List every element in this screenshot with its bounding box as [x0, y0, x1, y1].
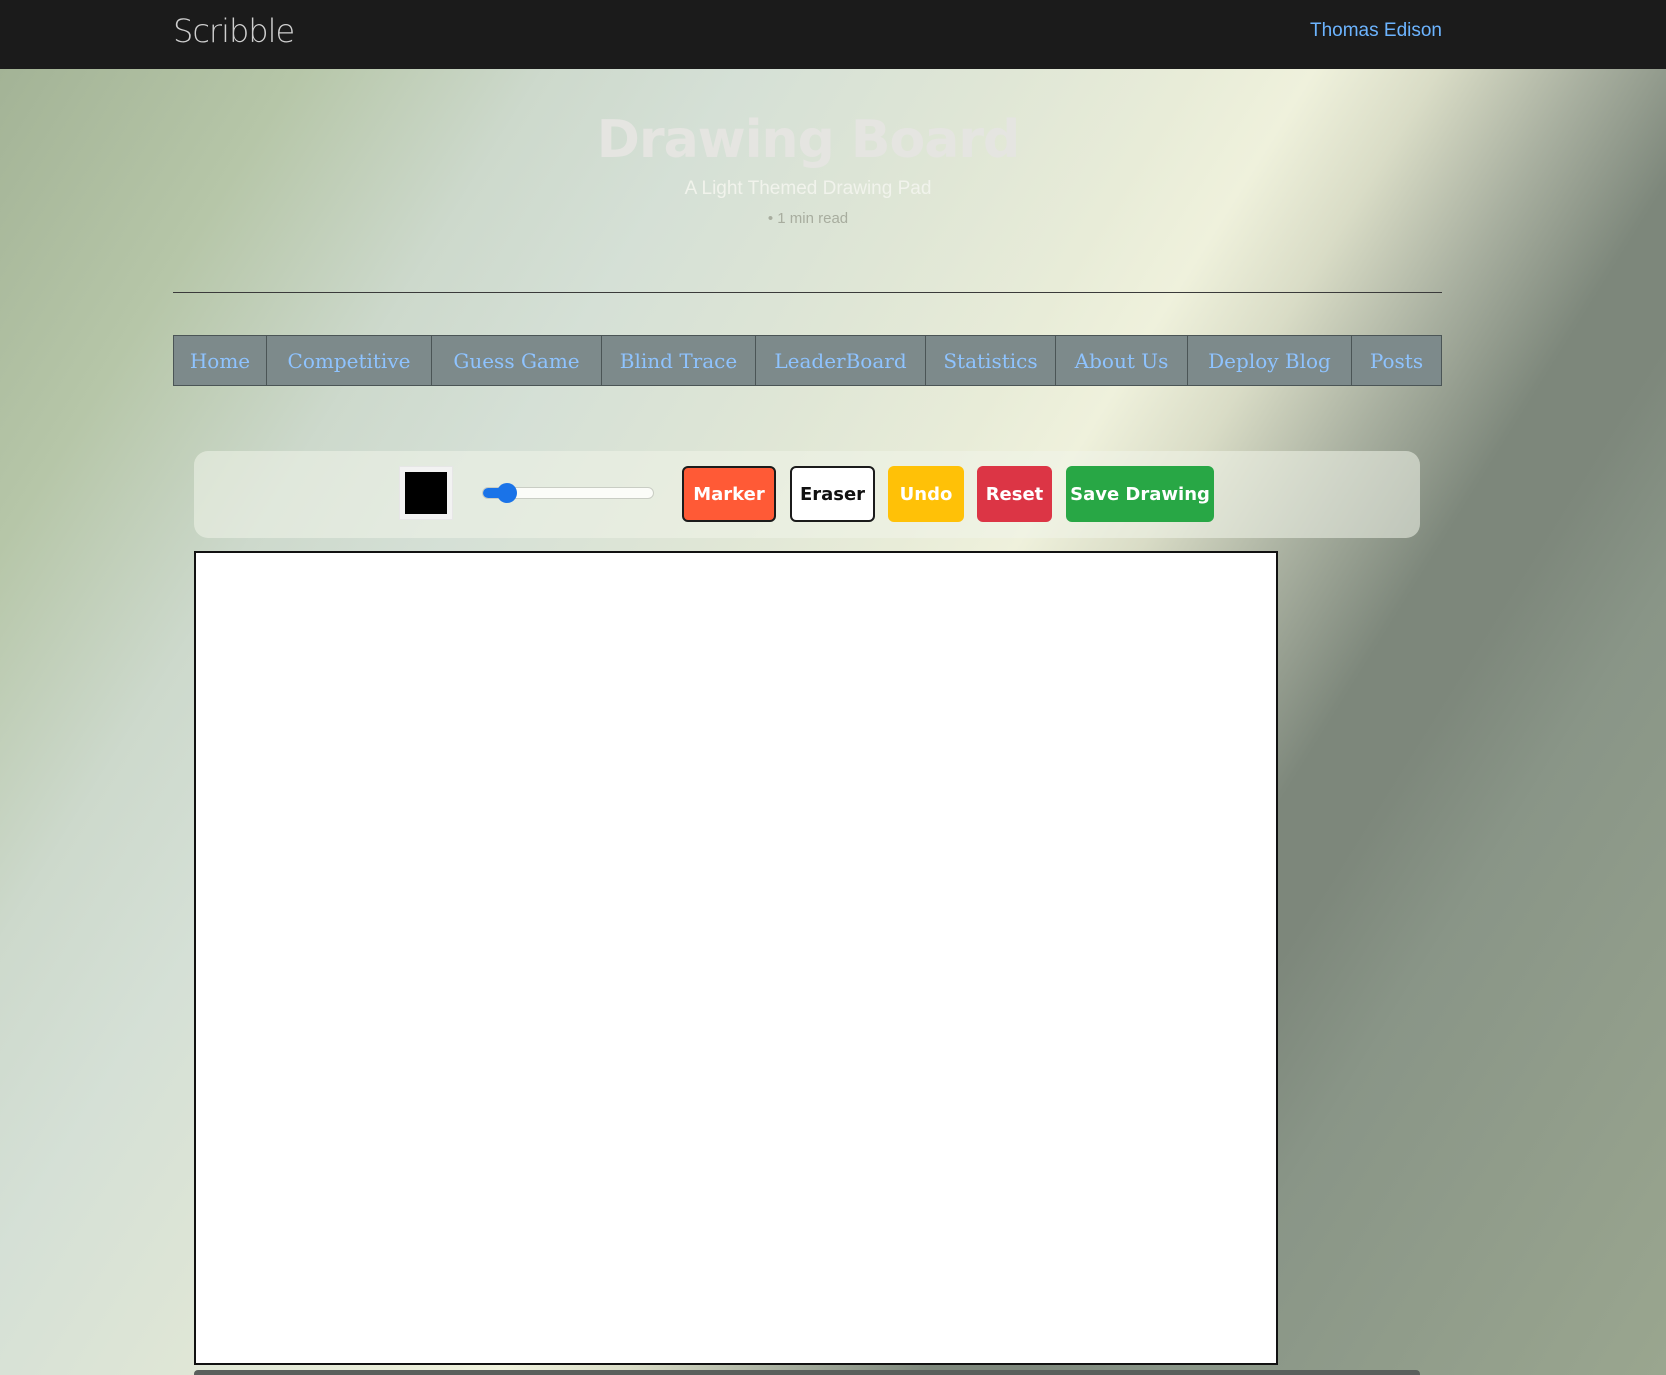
color-picker-fill [405, 472, 447, 514]
slider-thumb[interactable] [497, 483, 517, 503]
user-profile-link[interactable]: Thomas Edison [1310, 20, 1442, 42]
nav-item-blind-trace[interactable]: Blind Trace [602, 336, 756, 385]
brand-logo[interactable]: Scribble [173, 12, 295, 50]
nav-item-posts[interactable]: Posts [1352, 336, 1441, 385]
undo-button[interactable]: Undo [888, 466, 964, 522]
save-drawing-button[interactable]: Save Drawing [1066, 466, 1214, 522]
marker-button[interactable]: Marker [682, 466, 776, 522]
post-header: Drawing Board A Light Themed Drawing Pad… [0, 110, 1616, 227]
nav-item-guess-game[interactable]: Guess Game [432, 336, 602, 385]
nav-item-home[interactable]: Home [174, 336, 267, 385]
reset-button[interactable]: Reset [977, 466, 1052, 522]
drawing-toolbar: Marker Eraser Undo Reset Save Drawing [194, 451, 1420, 538]
nav-item-deploy-blog[interactable]: Deploy Blog [1188, 336, 1352, 385]
drawing-canvas[interactable] [194, 551, 1278, 1365]
nav-item-competitive[interactable]: Competitive [267, 336, 432, 385]
main-nav: Home Competitive Guess Game Blind Trace … [173, 335, 1442, 386]
bottom-panel-edge [194, 1370, 1420, 1375]
page-subtitle: A Light Themed Drawing Pad [684, 178, 932, 199]
brush-size-slider[interactable] [482, 483, 654, 503]
color-picker[interactable] [399, 466, 453, 520]
nav-item-leaderboard[interactable]: LeaderBoard [756, 336, 926, 385]
nav-item-about-us[interactable]: About Us [1056, 336, 1188, 385]
read-time: • 1 min read [767, 210, 849, 227]
header-divider [173, 292, 1442, 293]
page-title: Drawing Board [596, 110, 1020, 170]
eraser-button[interactable]: Eraser [790, 466, 875, 522]
top-navbar: Scribble Thomas Edison [0, 0, 1666, 69]
nav-item-statistics[interactable]: Statistics [926, 336, 1056, 385]
